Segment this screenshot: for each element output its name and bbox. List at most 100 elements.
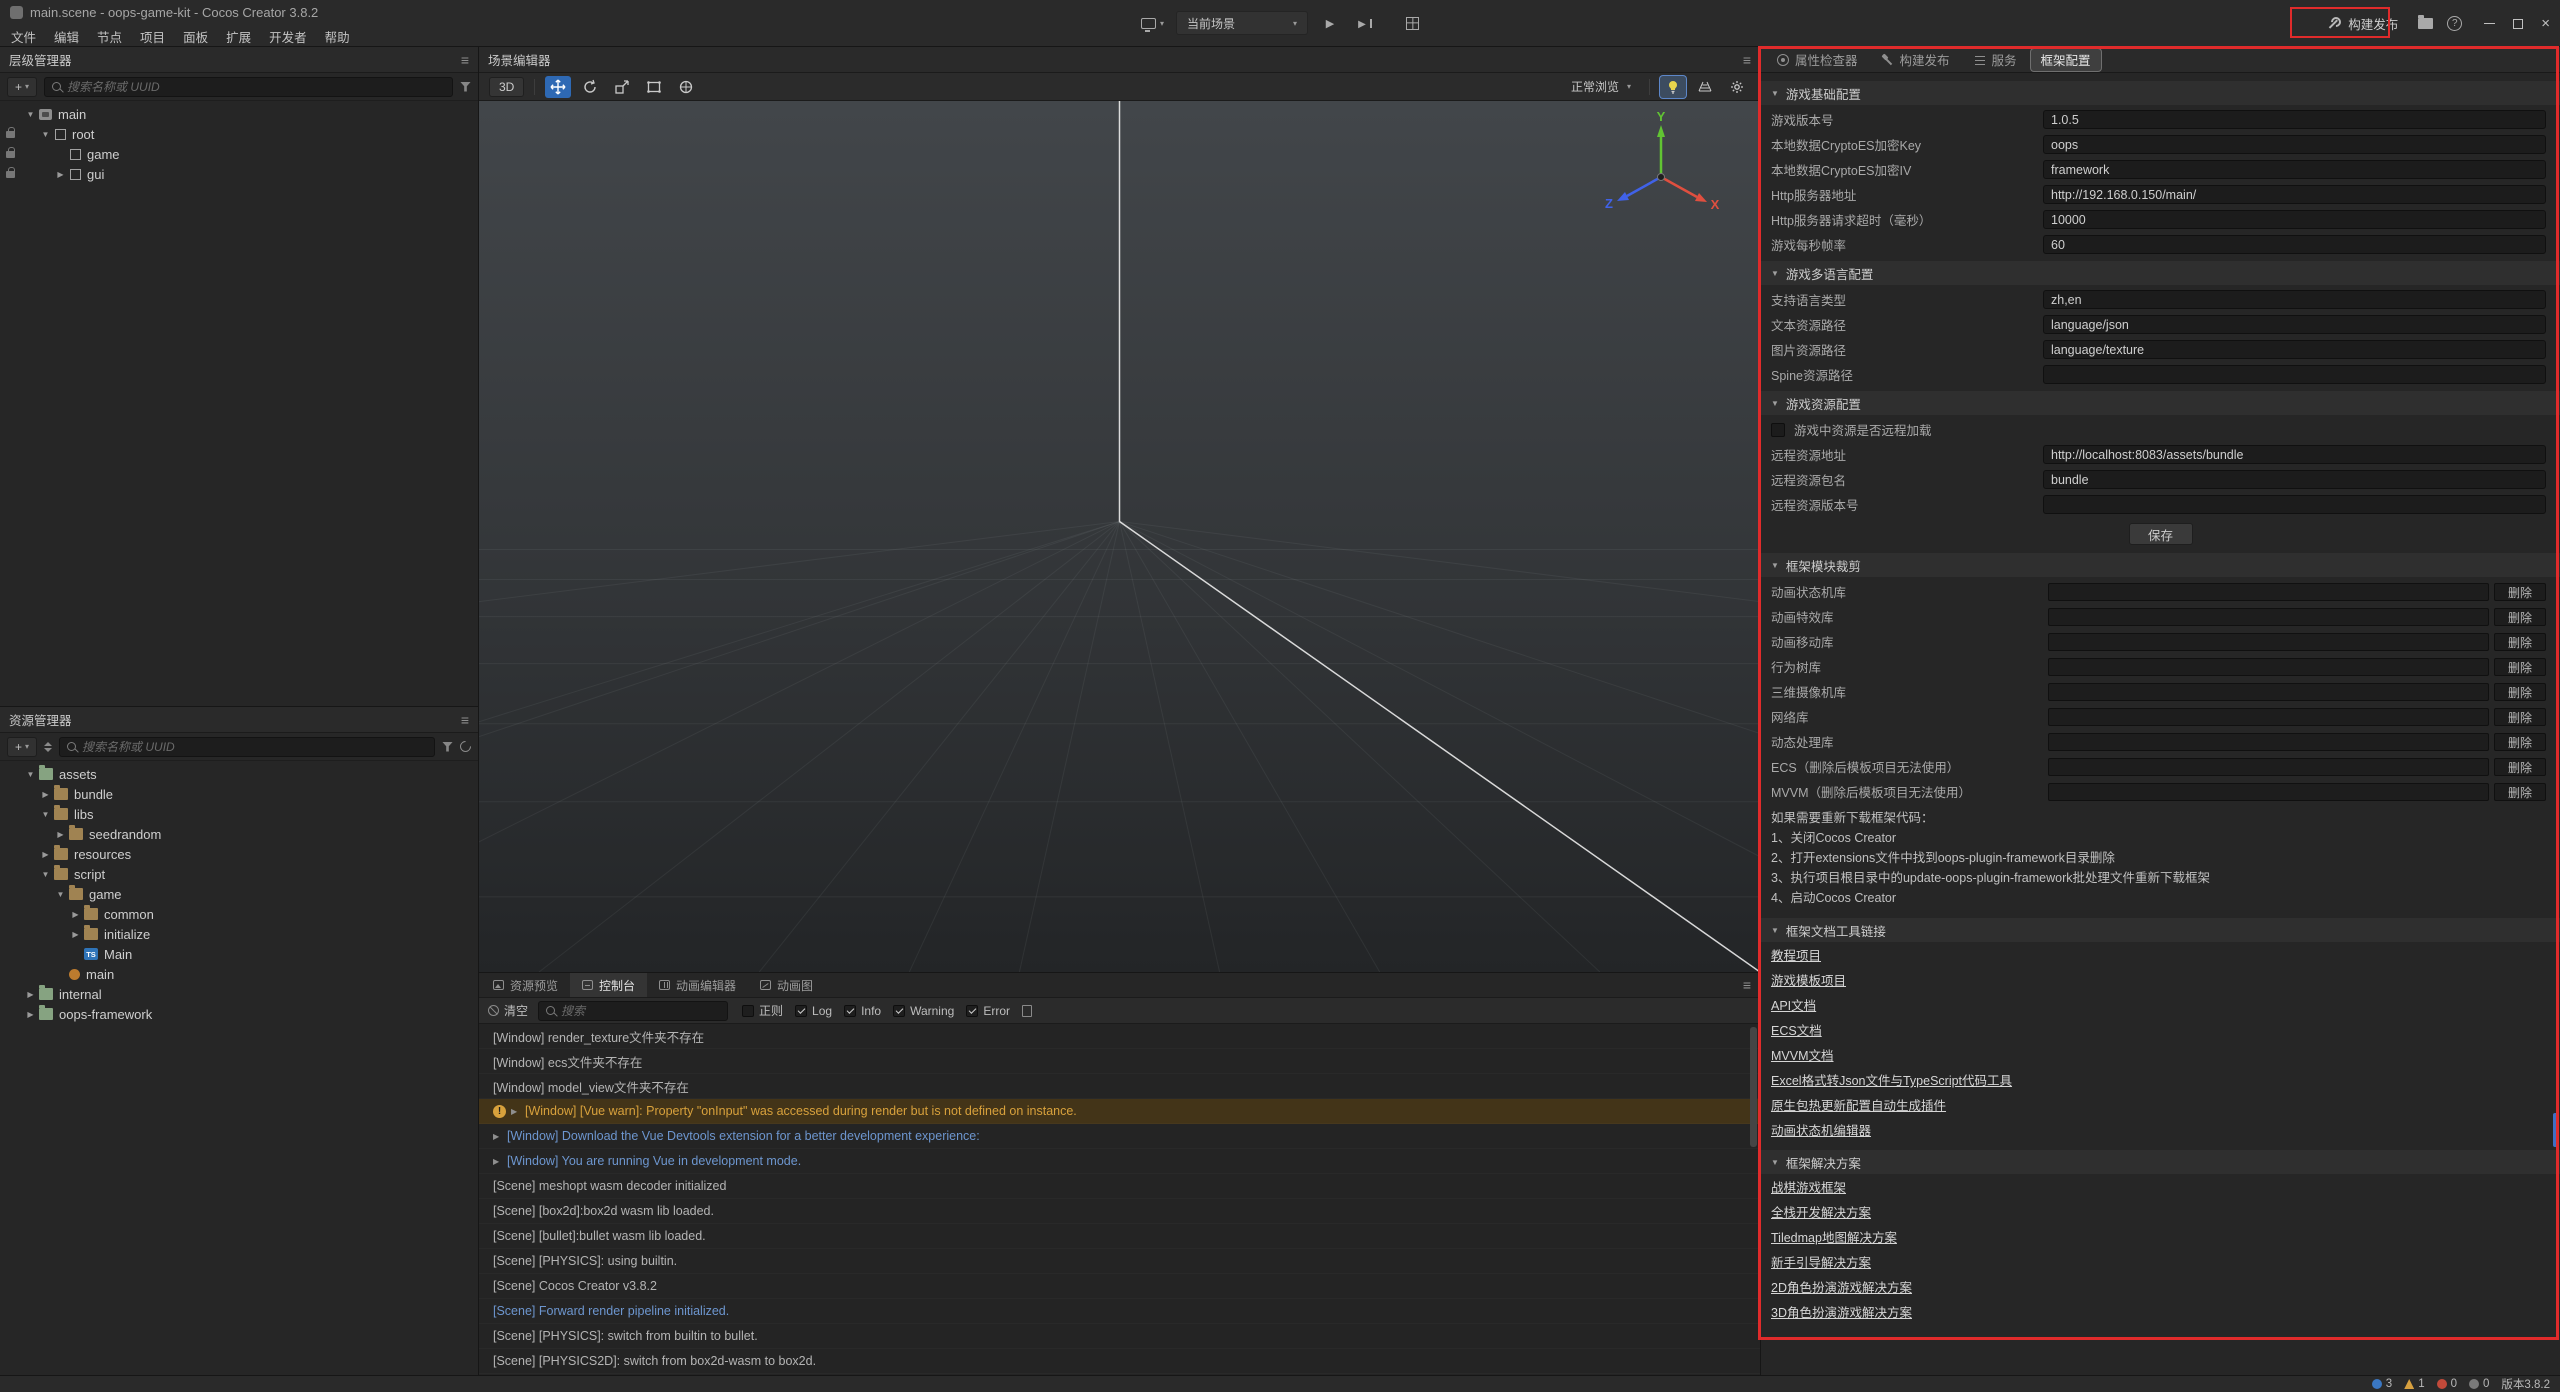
field-input[interactable] [2043, 160, 2546, 179]
module-path-input[interactable] [2048, 783, 2489, 801]
panel-menu-icon[interactable] [1743, 978, 1751, 992]
solution-link[interactable]: 2D角色扮演游戏解决方案 [1771, 1276, 1912, 1301]
log-row[interactable]: [Scene] Cocos Creator v3.8.2 [479, 1274, 1760, 1299]
expander-icon[interactable] [39, 850, 52, 859]
console-tab[interactable]: 动画图 [748, 973, 825, 997]
scene-viewport[interactable]: Y X Z [479, 101, 1760, 972]
doc-link[interactable]: 原生包热更新配置自动生成插件 [1771, 1094, 1946, 1119]
field-input[interactable] [2043, 185, 2546, 204]
module-delete-button[interactable]: 删除 [2494, 708, 2546, 726]
log-row[interactable]: [Window] You are running Vue in developm… [479, 1149, 1760, 1174]
expander-icon[interactable] [39, 810, 52, 819]
module-path-input[interactable] [2048, 583, 2489, 601]
field-input[interactable] [2043, 135, 2546, 154]
expander-icon[interactable] [54, 830, 67, 839]
doc-link[interactable]: MVVM文档 [1771, 1044, 1834, 1069]
hierarchy-node-row[interactable]: game [0, 144, 478, 164]
field-input[interactable] [2043, 470, 2546, 489]
solution-link[interactable]: 新手引导解决方案 [1771, 1251, 1871, 1276]
module-path-input[interactable] [2048, 683, 2489, 701]
scale-tool-button[interactable] [609, 76, 635, 98]
minimize-button[interactable] [2484, 23, 2495, 25]
scene-settings-button[interactable] [1724, 76, 1750, 98]
expander-icon[interactable] [39, 790, 52, 799]
doc-link[interactable]: 游戏模板项目 [1771, 969, 1846, 994]
menu-item[interactable]: 节点 [88, 24, 131, 49]
expander-icon[interactable] [24, 770, 37, 779]
menu-item[interactable]: 开发者 [260, 24, 316, 49]
field-input[interactable] [2043, 365, 2546, 384]
lock-icon[interactable] [6, 171, 15, 178]
preview-target-button[interactable] [1138, 11, 1167, 35]
field-input[interactable] [2043, 445, 2546, 464]
lock-icon[interactable] [6, 151, 15, 158]
field-input[interactable] [2043, 210, 2546, 229]
clear-console-button[interactable]: 清空 [488, 1002, 528, 1019]
log-row[interactable]: [Scene] [bullet]:bullet wasm lib loaded. [479, 1224, 1760, 1249]
move-tool-button[interactable] [545, 76, 571, 98]
layout-button[interactable] [1387, 11, 1422, 35]
module-delete-button[interactable]: 删除 [2494, 608, 2546, 626]
asset-row[interactable]: script [0, 864, 478, 884]
grid-toggle-button[interactable] [1692, 76, 1718, 98]
asset-row[interactable]: main [0, 964, 478, 984]
solution-link[interactable]: 战棋游戏框架 [1771, 1176, 1846, 1201]
module-path-input[interactable] [2048, 608, 2489, 626]
expander-icon[interactable] [39, 870, 52, 879]
section-header-solutions[interactable]: 框架解决方案 [1761, 1150, 2560, 1174]
close-button[interactable] [2541, 16, 2550, 31]
field-input[interactable] [2043, 235, 2546, 254]
log-row[interactable]: [Window] render_texture文件夹不存在 [479, 1024, 1760, 1049]
filter-icon[interactable] [442, 742, 453, 752]
panel-menu-icon[interactable] [1743, 53, 1751, 67]
field-input[interactable] [2043, 110, 2546, 129]
rotate-tool-button[interactable] [577, 76, 603, 98]
section-header-docs[interactable]: 框架文档工具链接 [1761, 918, 2560, 942]
build-publish-button[interactable]: 构建发布 [2321, 10, 2404, 37]
menu-item[interactable]: 帮助 [316, 24, 359, 49]
module-path-input[interactable] [2048, 708, 2489, 726]
scene-select[interactable]: 当前场景 [1176, 11, 1308, 35]
status-count[interactable]: 3 [2372, 1378, 2392, 1390]
section-header-resources[interactable]: 游戏资源配置 [1761, 391, 2560, 415]
inspector-tab[interactable]: 构建发布 [1872, 49, 1960, 71]
light-toggle-button[interactable] [1660, 76, 1686, 98]
panel-menu-icon[interactable] [461, 713, 469, 727]
log-row[interactable]: [Window] [Vue warn]: Property "onInput" … [479, 1099, 1760, 1124]
asset-row[interactable]: initialize [0, 924, 478, 944]
section-header-language[interactable]: 游戏多语言配置 [1761, 261, 2560, 285]
asset-row[interactable]: libs [0, 804, 478, 824]
filter-icon[interactable] [460, 82, 471, 92]
asset-row[interactable]: assets [0, 764, 478, 784]
asset-row[interactable]: resources [0, 844, 478, 864]
log-expander-icon[interactable] [493, 1157, 507, 1166]
create-node-button[interactable] [7, 77, 37, 97]
log-row[interactable]: [Window] ecs文件夹不存在 [479, 1049, 1760, 1074]
help-icon[interactable] [2447, 16, 2462, 31]
console-tab[interactable]: 控制台 [570, 973, 647, 997]
solution-link[interactable]: 全栈开发解决方案 [1771, 1201, 1871, 1226]
log-expander-icon[interactable] [511, 1107, 525, 1116]
asset-row[interactable]: internal [0, 984, 478, 1004]
hierarchy-node-row[interactable]: main [0, 104, 478, 124]
module-delete-button[interactable]: 删除 [2494, 683, 2546, 701]
inspector-tab[interactable]: 框架配置 [2031, 49, 2101, 71]
play-button[interactable] [1317, 11, 1343, 35]
console-filter-checkbox[interactable]: Warning [893, 1004, 954, 1018]
doc-link[interactable]: 教程项目 [1771, 944, 1821, 969]
console-filter-checkbox[interactable]: Error [966, 1004, 1010, 1018]
refresh-icon[interactable] [458, 739, 474, 755]
console-filter-checkbox[interactable]: 正则 [742, 1002, 783, 1019]
solution-link[interactable]: Tiledmap地图解决方案 [1771, 1226, 1897, 1251]
module-path-input[interactable] [2048, 758, 2489, 776]
asset-row[interactable]: seedrandom [0, 824, 478, 844]
module-delete-button[interactable]: 删除 [2494, 633, 2546, 651]
asset-row[interactable]: bundle [0, 784, 478, 804]
lock-icon[interactable] [6, 131, 15, 138]
inspector-scrollbar[interactable] [2553, 1113, 2558, 1147]
expander-icon[interactable] [24, 110, 37, 119]
doc-link[interactable]: API文档 [1771, 994, 1816, 1019]
console-search-input[interactable] [561, 1004, 720, 1018]
asset-row[interactable]: oops-framework [0, 1004, 478, 1024]
anchor-tool-button[interactable] [673, 76, 699, 98]
